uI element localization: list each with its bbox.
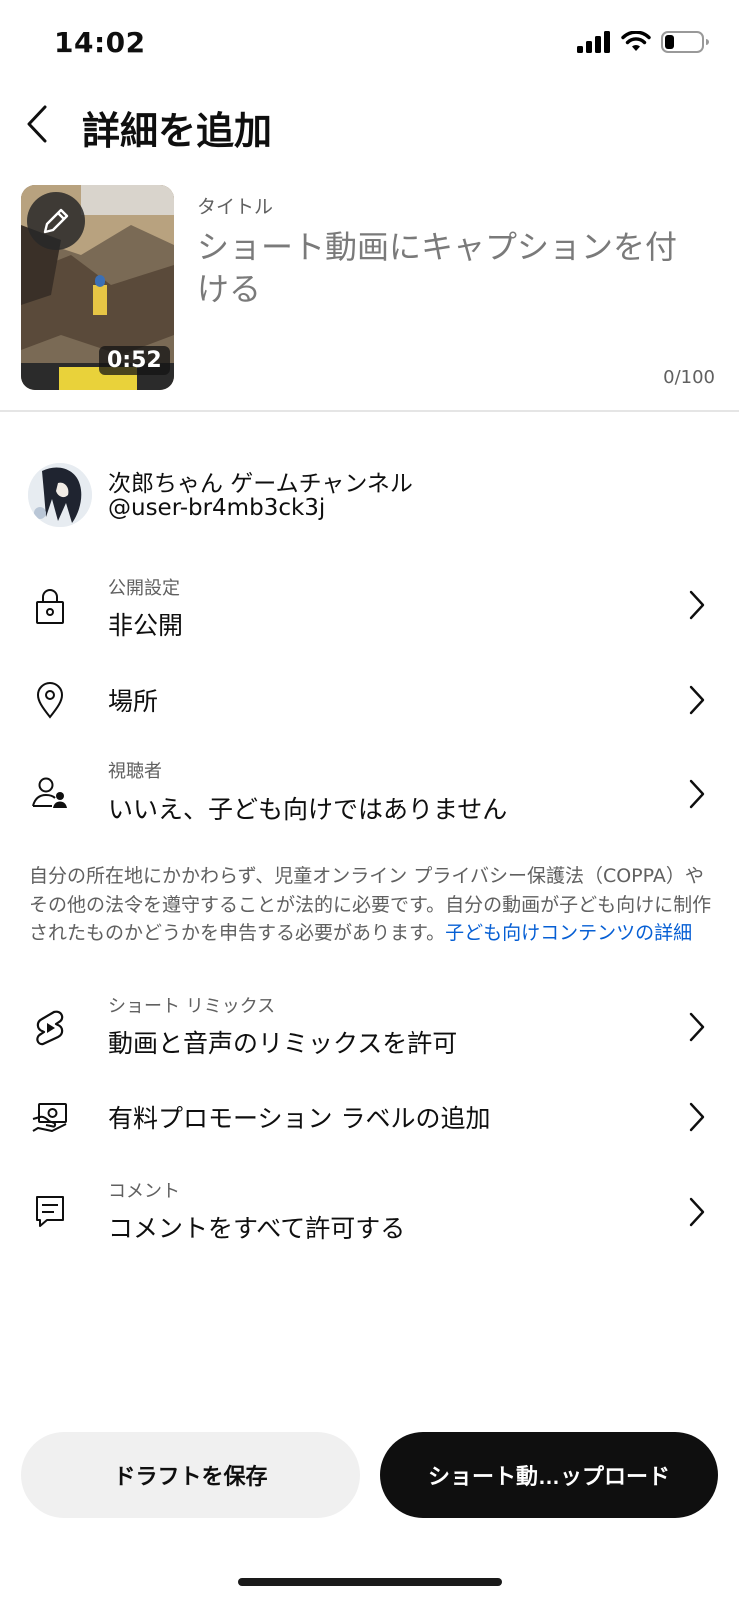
title-input[interactable]: ショート動画にキャプションを付ける <box>197 226 707 310</box>
channel-avatar <box>28 463 92 527</box>
location-value: 場所 <box>108 687 159 716</box>
location-row[interactable]: 場所 <box>0 668 739 732</box>
channel-handle: @user-br4mb3ck3j <box>108 495 326 521</box>
comments-label: コメント <box>108 1181 180 1202</box>
chevron-right-icon <box>689 590 705 620</box>
location-pin-icon <box>36 682 64 719</box>
remix-label: ショート リミックス <box>108 996 276 1017</box>
title-char-counter: 0/100 <box>663 367 715 388</box>
shorts-remix-icon <box>36 1010 64 1046</box>
comments-value: コメントをすべて許可する <box>108 1214 406 1243</box>
paid-promotion-icon <box>32 1103 67 1132</box>
chevron-right-icon <box>689 779 705 809</box>
remix-row[interactable]: ショート リミックス 動画と音声のリミックスを許可 <box>0 980 739 1070</box>
comment-icon <box>36 1196 64 1227</box>
remix-value: 動画と音声のリミックスを許可 <box>108 1029 458 1058</box>
upload-short-button[interactable]: ショート動…ップロード <box>380 1432 718 1518</box>
pencil-icon <box>43 208 69 234</box>
cellular-signal-icon <box>577 31 610 53</box>
paid-promotion-value: 有料プロモーション ラベルの追加 <box>108 1104 491 1133</box>
chevron-right-icon <box>689 1102 705 1132</box>
status-icons <box>577 30 709 54</box>
comments-row[interactable]: コメント コメントをすべて許可する <box>0 1165 739 1255</box>
lock-icon <box>36 589 64 624</box>
video-duration: 0:52 <box>99 346 170 375</box>
home-indicator[interactable] <box>238 1578 502 1586</box>
divider <box>0 410 739 412</box>
audience-icon <box>32 777 67 808</box>
visibility-value: 非公開 <box>108 611 184 640</box>
battery-icon <box>661 31 709 53</box>
audience-label: 視聴者 <box>108 761 162 782</box>
back-button[interactable] <box>20 102 64 146</box>
page-title: 詳細を追加 <box>82 109 273 153</box>
save-draft-button[interactable]: ドラフトを保存 <box>21 1432 360 1518</box>
title-field-label: タイトル <box>197 196 274 218</box>
audience-value: いいえ、子ども向けではありません <box>108 795 508 824</box>
chevron-right-icon <box>689 1012 705 1042</box>
visibility-row[interactable]: 公開設定 非公開 <box>0 560 739 650</box>
audience-row[interactable]: 視聴者 いいえ、子ども向けではありません <box>0 745 739 835</box>
channel-name: 次郎ちゃん ゲームチャンネル <box>108 471 413 497</box>
chevron-right-icon <box>689 685 705 715</box>
paid-promotion-row[interactable]: 有料プロモーション ラベルの追加 <box>0 1085 739 1149</box>
chevron-right-icon <box>689 1197 705 1227</box>
visibility-label: 公開設定 <box>108 578 180 599</box>
status-time: 14:02 <box>54 26 146 59</box>
kids-content-link[interactable]: 子ども向けコンテンツの詳細 <box>445 922 692 944</box>
wifi-icon <box>621 31 651 51</box>
edit-thumbnail-button[interactable] <box>27 192 85 250</box>
coppa-notice: 自分の所在地にかかわらず、児童オンライン プライバシー保護法（COPPA）やその… <box>29 862 719 948</box>
chevron-left-icon <box>27 105 47 143</box>
